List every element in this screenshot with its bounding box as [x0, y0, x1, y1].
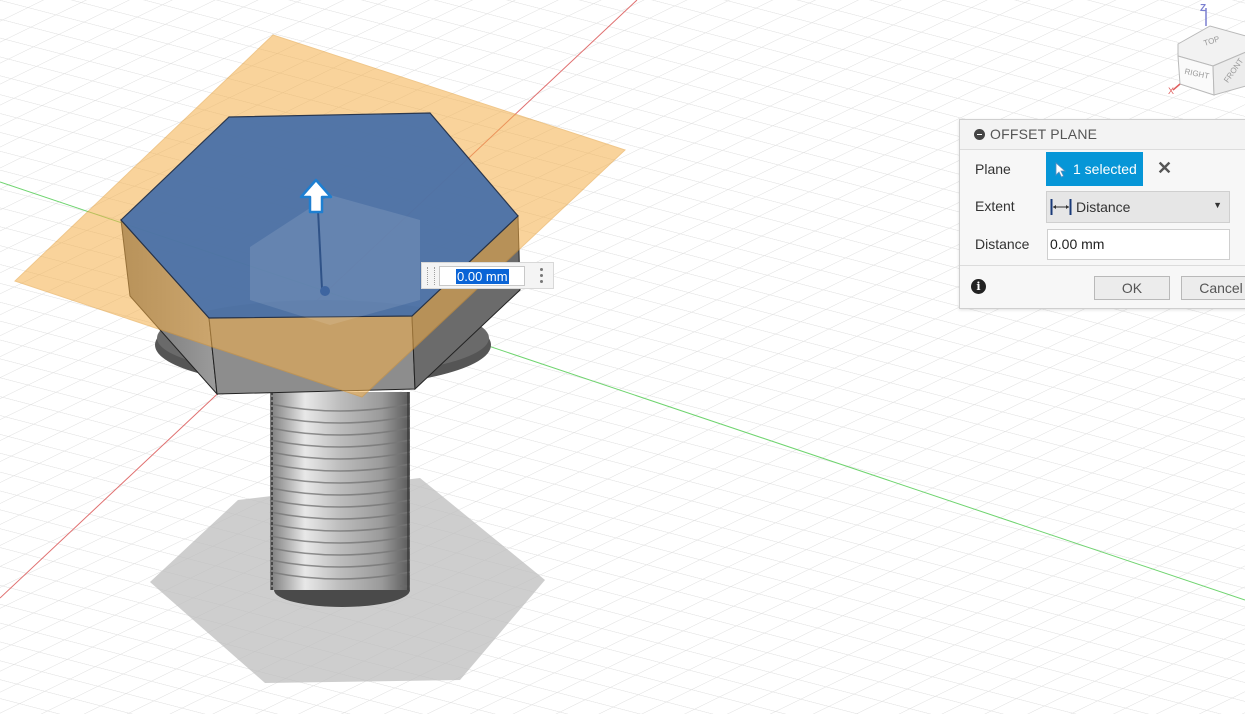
bolt-shank — [269, 392, 411, 607]
distance-icon — [1050, 199, 1072, 215]
plane-selection-button[interactable]: 1 selected — [1046, 152, 1143, 186]
extent-label: Extent — [975, 198, 1015, 214]
distance-label: Distance — [975, 236, 1030, 252]
info-icon[interactable]: i — [971, 279, 986, 294]
extent-value: Distance — [1076, 199, 1131, 215]
viewport-scene[interactable]: TOP RIGHT FRONT Z X — [0, 0, 1245, 714]
extent-dropdown[interactable]: Distance ▼ — [1046, 191, 1230, 223]
dialog-footer: i OK Cancel — [960, 265, 1245, 308]
collapse-icon[interactable] — [974, 129, 985, 140]
close-icon[interactable]: ✕ — [1157, 159, 1172, 177]
manipulator-distance-value: 0.00 mm — [456, 269, 509, 284]
plane-label: Plane — [975, 161, 1011, 177]
drag-grip-icon[interactable] — [427, 267, 435, 285]
ok-button[interactable]: OK — [1094, 276, 1170, 300]
cursor-icon — [1055, 162, 1067, 178]
kebab-menu-icon[interactable] — [540, 268, 544, 284]
offset-plane-dialog: OFFSET PLANE Plane 1 selected ✕ Extent D… — [959, 119, 1245, 309]
dialog-header[interactable]: OFFSET PLANE — [960, 120, 1245, 150]
manipulator-distance-input[interactable]: 0.00 mm — [439, 266, 525, 286]
plane-selection-label: 1 selected — [1073, 161, 1137, 177]
view-cube-x-label: X — [1168, 86, 1174, 96]
dropdown-caret-icon: ▼ — [1213, 200, 1222, 210]
view-cube-z-label: Z — [1200, 3, 1206, 14]
distance-input[interactable]: 0.00 mm — [1047, 229, 1230, 260]
dialog-title: OFFSET PLANE — [990, 126, 1098, 142]
cancel-button[interactable]: Cancel — [1181, 276, 1245, 300]
3d-viewport[interactable]: TOP RIGHT FRONT Z X 0.00 mm — [0, 0, 1245, 714]
distance-input-value: 0.00 mm — [1050, 236, 1105, 252]
distance-manipulator[interactable]: 0.00 mm — [421, 262, 554, 289]
